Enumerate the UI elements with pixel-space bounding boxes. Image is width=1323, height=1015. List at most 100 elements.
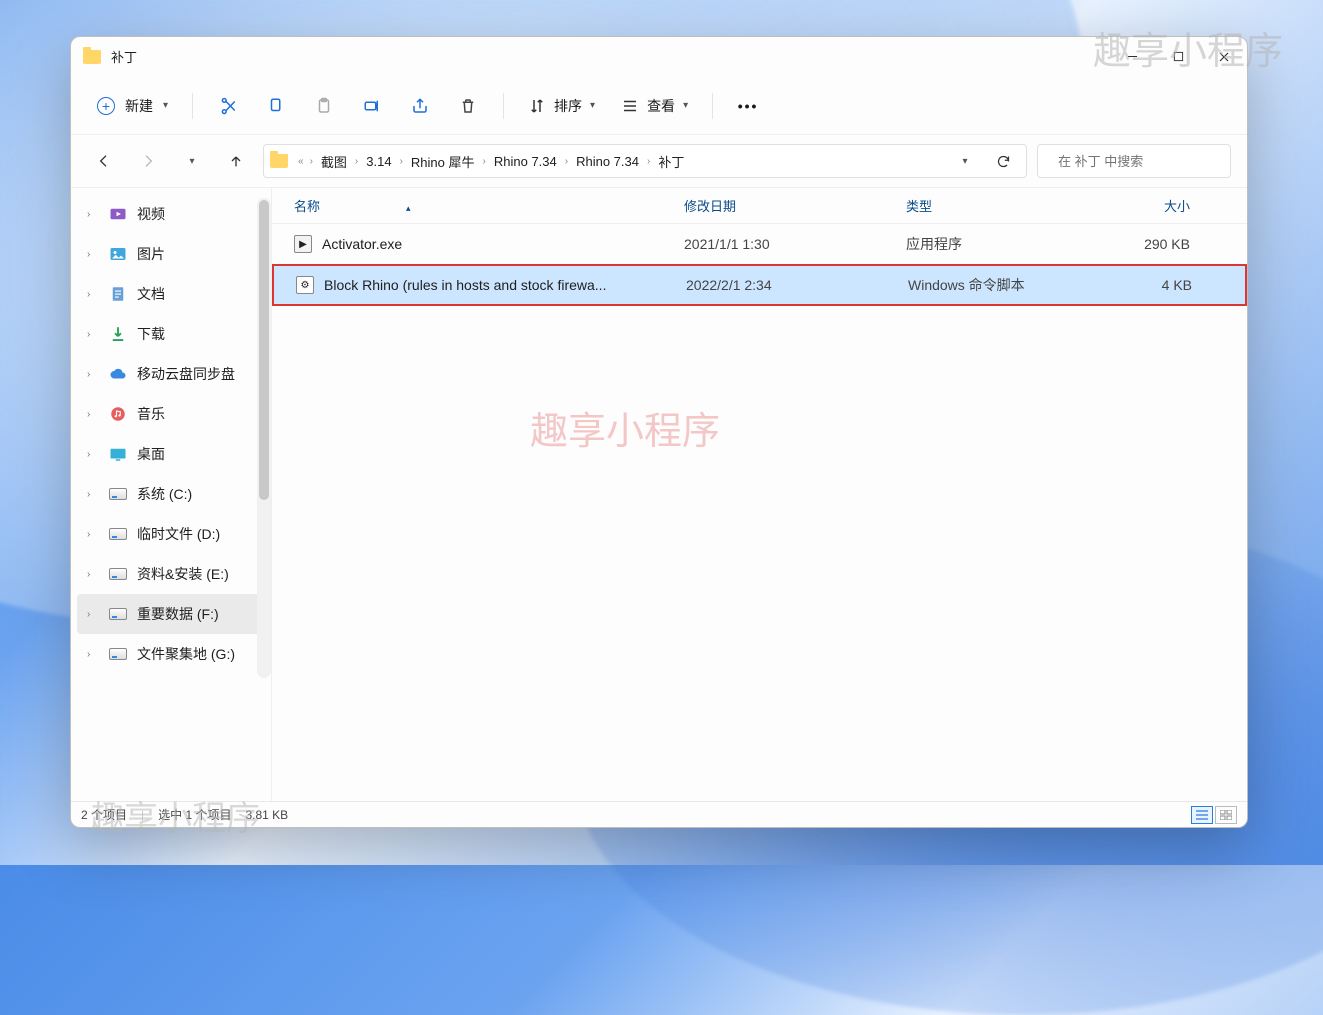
drive-icon (109, 605, 127, 623)
file-name: Activator.exe (322, 236, 402, 252)
sidebar-item[interactable]: ›文档 (77, 274, 271, 314)
drive-icon (109, 565, 127, 583)
column-size[interactable]: 大小 (1164, 199, 1190, 214)
sidebar-item[interactable]: › 系统 (C:) (77, 474, 271, 514)
music-icon (109, 405, 127, 423)
titlebar[interactable]: 补丁 (71, 37, 1247, 77)
delete-button[interactable] (447, 88, 489, 124)
sidebar-scrollbar[interactable] (257, 198, 271, 678)
pictures-icon (109, 245, 127, 263)
folder-icon (270, 154, 288, 168)
navigation-pane: ›视频›图片›文档›下载›移动云盘同步盘›音乐›桌面›系统 (C:)›临时文件 … (71, 188, 271, 801)
file-row[interactable]: ▶Activator.exe2021/1/1 1:30应用程序290 KB (272, 224, 1247, 264)
share-button[interactable] (399, 88, 441, 124)
search-box[interactable] (1037, 144, 1231, 178)
chevron-right-icon: › (87, 329, 99, 340)
copy-button[interactable] (255, 88, 297, 124)
drive-icon (109, 645, 127, 663)
forward-button[interactable] (131, 144, 165, 178)
paste-button[interactable] (303, 88, 345, 124)
file-row[interactable]: ⚙Block Rhino (rules in hosts and stock f… (272, 264, 1247, 306)
sidebar-item[interactable]: › 音乐 (77, 394, 271, 434)
up-button[interactable] (219, 144, 253, 178)
chevron-right-icon: › (87, 289, 99, 300)
chevron-right-icon: › (87, 409, 99, 420)
refresh-button[interactable] (986, 144, 1020, 178)
sidebar-item[interactable]: ›资料&安装 (E:) (77, 554, 271, 594)
breadcrumb-item[interactable]: Rhino 7.34 (490, 154, 561, 169)
file-type: 应用程序 (906, 234, 1096, 254)
toolbar: + 新建 ▾ 排序 ▾ 查看 ▾ (71, 77, 1247, 135)
breadcrumb-overflow[interactable]: « (296, 156, 306, 167)
folder-icon (83, 50, 101, 64)
chevron-right-icon: › (87, 249, 99, 260)
close-button[interactable] (1201, 37, 1247, 77)
sidebar-item[interactable]: ›临时文件 (D:) (77, 514, 271, 554)
breadcrumb-item[interactable]: 截图 (317, 152, 351, 171)
drive-icon (109, 485, 127, 503)
sidebar-item[interactable]: › 文件聚集地 (G:) (77, 634, 271, 674)
chevron-right-icon: › (87, 489, 99, 500)
breadcrumb-dropdown[interactable]: ▾ (948, 144, 982, 178)
sidebar-item[interactable]: ›视频 (77, 194, 271, 234)
chevron-right-icon: › (87, 369, 99, 380)
sidebar-item[interactable]: › 图片 (77, 234, 271, 274)
rename-icon (363, 97, 381, 115)
details-view-toggle[interactable] (1191, 806, 1213, 824)
rename-button[interactable] (351, 88, 393, 124)
minimize-button[interactable] (1109, 37, 1155, 77)
back-button[interactable] (87, 144, 121, 178)
sidebar-item-label: 音乐 (137, 404, 165, 424)
search-input[interactable] (1058, 154, 1234, 169)
file-type: Windows 命令脚本 (908, 275, 1098, 295)
sidebar-item[interactable]: ›桌面 (77, 434, 271, 474)
column-name[interactable]: 名称 (294, 199, 320, 214)
docs-icon (109, 285, 127, 303)
breadcrumb-item[interactable]: Rhino 犀牛 (407, 152, 479, 171)
trash-icon (459, 97, 477, 115)
thumbnails-view-toggle[interactable] (1215, 806, 1237, 824)
sidebar-item-label: 系统 (C:) (137, 484, 192, 504)
more-button[interactable]: ••• (727, 88, 769, 124)
sidebar-item-label: 桌面 (137, 444, 165, 464)
file-date: 2022/2/1 2:34 (686, 277, 908, 293)
sidebar-item[interactable]: › 下载 (77, 314, 271, 354)
share-icon (411, 97, 429, 115)
sort-button[interactable]: 排序 ▾ (518, 88, 605, 124)
file-size: 4 KB (1098, 277, 1208, 293)
status-item-count: 2 个项目 (81, 806, 127, 823)
desktop-icon (109, 445, 127, 463)
breadcrumb-item[interactable]: Rhino 7.34 (572, 154, 643, 169)
column-type[interactable]: 类型 (906, 199, 932, 214)
chevron-right-icon: › (87, 569, 99, 580)
new-label: 新建 (125, 96, 153, 116)
sidebar-item-label: 重要数据 (F:) (137, 604, 219, 624)
more-icon: ••• (738, 98, 759, 114)
statusbar: 2 个项目 | 选中 1 个项目 3.81 KB (71, 801, 1247, 827)
drive-icon (109, 525, 127, 543)
recent-button[interactable]: ▾ (175, 144, 209, 178)
status-selected: 选中 1 个项目 (158, 806, 231, 823)
clipboard-icon (315, 97, 333, 115)
breadcrumb[interactable]: « › 截图› 3.14› Rhino 犀牛› Rhino 7.34› Rhin… (263, 144, 1027, 178)
chevron-right-icon: › (87, 649, 99, 660)
sidebar-item[interactable]: ›重要数据 (F:) (77, 594, 271, 634)
new-button[interactable]: + 新建 ▾ (87, 88, 178, 124)
sidebar-item-label: 图片 (137, 244, 165, 264)
plus-icon: + (97, 97, 115, 115)
file-size: 290 KB (1096, 236, 1206, 252)
column-headers[interactable]: 名称▴ 修改日期 类型 大小 (272, 188, 1247, 224)
view-label: 查看 (647, 96, 675, 116)
sidebar-item-label: 文件聚集地 (G:) (137, 644, 235, 664)
sort-icon (528, 97, 546, 115)
breadcrumb-item[interactable]: 补丁 (654, 152, 688, 171)
sidebar-item[interactable]: ›移动云盘同步盘 (77, 354, 271, 394)
sort-label: 排序 (554, 96, 582, 116)
chevron-right-icon: › (87, 209, 99, 220)
cut-button[interactable] (207, 88, 249, 124)
breadcrumb-item[interactable]: 3.14 (362, 154, 395, 169)
sidebar-item-label: 下载 (137, 324, 165, 344)
maximize-button[interactable] (1155, 37, 1201, 77)
column-date[interactable]: 修改日期 (684, 199, 736, 214)
view-button[interactable]: 查看 ▾ (611, 88, 698, 124)
